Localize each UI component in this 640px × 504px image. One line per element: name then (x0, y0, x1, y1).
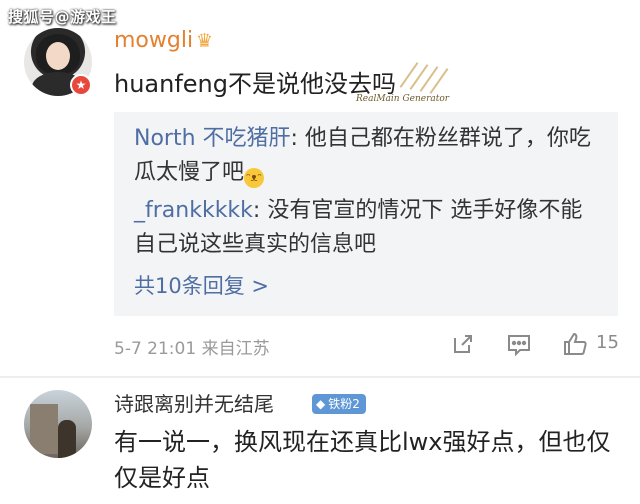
username[interactable]: mowgli (114, 28, 193, 53)
laughing-emoji-icon: ᵔᴥᵔ (244, 168, 265, 188)
comment-icon[interactable] (506, 330, 532, 358)
diamond-icon: ◆ (316, 397, 326, 411)
fan-badge-label: 铁粉2 (328, 397, 360, 411)
username[interactable]: 诗跟离别并无结尾 (114, 388, 274, 417)
avatar[interactable] (24, 390, 92, 458)
fan-badge: ◆ 铁粉2 (312, 394, 366, 414)
share-icon[interactable] (451, 330, 475, 358)
reply-item: _frankkkkk: 没有官宣的情况下 选手好像不能自己说这些真实的信息吧 (134, 194, 602, 262)
comment-meta: 5-7 21:01 来自江苏 (114, 339, 270, 359)
reply-username[interactable]: _frankkkkk (134, 198, 253, 223)
crown-icon: ♛ (196, 30, 214, 52)
thumbs-up-icon[interactable] (562, 330, 588, 358)
comment-text: 有一说一，换风现在还真比lwx强好点，但也仅仅是好点 (114, 428, 611, 492)
vip-badge-icon: ★ (70, 74, 92, 96)
reply-box: North 不吃猪肝: 他自己都在粉丝群说了，你吃瓜太慢了吧 ᵔᴥᵔ _frank… (114, 112, 618, 316)
comment-decoration: RealMain Generator (352, 58, 460, 110)
reply-item: North 不吃猪肝: 他自己都在粉丝群说了，你吃瓜太慢了吧 ᵔᴥᵔ (134, 122, 602, 190)
decoration-tag: RealMain Generator (356, 94, 450, 104)
reply-username[interactable]: North 不吃猪肝 (134, 126, 291, 151)
comment-1: ★ mowgli ♛ huanfeng不是说他没去吗 RealMain Gene… (0, 0, 640, 378)
more-replies-link[interactable]: 共10条回复 > (134, 270, 269, 300)
like-count: 15 (596, 332, 619, 353)
